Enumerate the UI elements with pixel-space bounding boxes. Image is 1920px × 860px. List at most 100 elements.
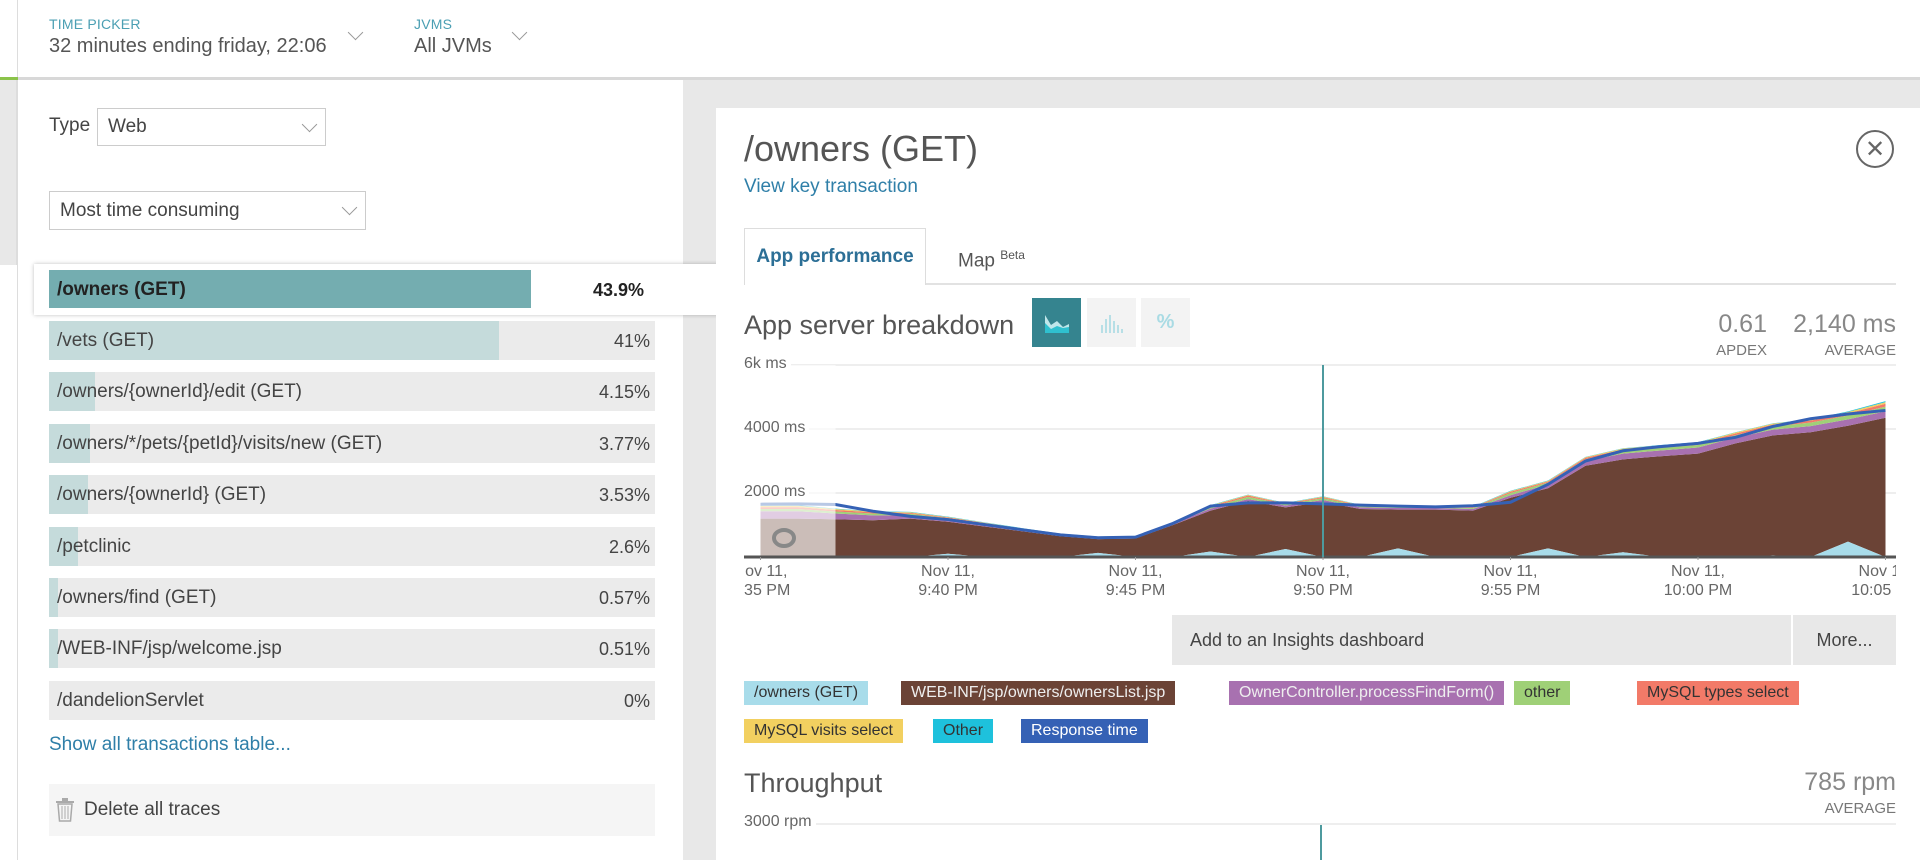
- transaction-name: /owners/{ownerId} (GET): [57, 484, 267, 506]
- x-tick-date: Nov 11,: [1483, 563, 1538, 580]
- transaction-name: /vets (GET): [57, 330, 155, 351]
- sort-select[interactable]: Most time consuming: [49, 191, 366, 230]
- y-tick-label: 2000 ms: [744, 483, 810, 501]
- show-all-transactions-link[interactable]: Show all transactions table...: [49, 734, 291, 756]
- throughput-average-label: AVERAGE: [1824, 800, 1896, 817]
- throughput-average-value: 785 rpm: [1804, 768, 1896, 796]
- legend-chip[interactable]: other: [1514, 681, 1571, 705]
- x-tick-time: 9:40 PM: [918, 582, 978, 599]
- area-chart-icon: [1044, 314, 1069, 333]
- x-tick-time: 9:45 PM: [1105, 582, 1166, 599]
- tab-map[interactable]: Map Beta: [958, 248, 1025, 272]
- x-tick-label: Nov 11, 9:35 PM: [744, 562, 806, 600]
- time-picker[interactable]: TIME PICKER 32 minutes ending friday, 22…: [49, 16, 327, 58]
- transaction-name: /owners/{ownerId}/edit (GET): [57, 381, 302, 403]
- x-tick-date: Nov 11,: [921, 563, 975, 580]
- x-tick-label: Nov 11, 10:00 PM: [1653, 562, 1743, 600]
- transaction-name: /owners/*/pets/{petId}/visits/new (GET): [57, 432, 383, 454]
- chevron-down-icon[interactable]: [347, 24, 364, 41]
- type-label: Type: [49, 115, 91, 136]
- transaction-percent: 0.57%: [598, 588, 650, 608]
- legend-chip[interactable]: MySQL visits select: [744, 719, 903, 743]
- transaction-row[interactable]: /petclinic 2.6%: [49, 526, 655, 566]
- transaction-row[interactable]: /owners/{ownerId}/edit (GET) 4.15%: [49, 372, 655, 412]
- transaction-name: /dandelionServlet: [57, 689, 204, 711]
- transaction-percent: 41%: [613, 331, 650, 351]
- x-tick-label: Nov 11, 9:40 PM: [903, 562, 993, 600]
- transaction-percent: 4.15%: [598, 382, 650, 403]
- bar-chart-icon: [1100, 314, 1123, 333]
- transaction-row[interactable]: /owners/*/pets/{petId}/visits/new (GET) …: [49, 423, 655, 463]
- breakdown-title: App server breakdown: [744, 310, 1015, 340]
- x-tick-date: Nov 11,: [1296, 563, 1350, 580]
- x-tick-date: Nov 11,: [744, 563, 788, 580]
- type-select[interactable]: Web: [97, 108, 326, 146]
- time-picker-label: TIME PICKER: [49, 16, 141, 32]
- chevron-down-icon[interactable]: [511, 24, 528, 41]
- x-tick-label: Nov 11, 9:50 PM: [1278, 562, 1368, 600]
- bar-chart-button[interactable]: [1087, 298, 1136, 347]
- transaction-row[interactable]: /owners/find (GET) 0.57%: [49, 578, 655, 617]
- jvms-label: JVMS: [414, 16, 453, 32]
- delete-all-traces-label: Delete all traces: [84, 799, 221, 820]
- area-chart-button[interactable]: [1032, 298, 1081, 347]
- transaction-row[interactable]: /dandelionServlet 0%: [49, 680, 655, 720]
- percent-icon: %: [1156, 311, 1175, 333]
- x-tick-date: Nov 11,: [1858, 563, 1896, 580]
- transaction-row[interactable]: /vets (GET) 41%: [49, 321, 655, 360]
- type-select-value: Web: [108, 116, 147, 137]
- beta-badge: Beta: [1000, 248, 1025, 262]
- x-tick-time: 10:05 PM: [1851, 582, 1896, 599]
- x-tick-label: Nov 11, 9:45 PM: [1091, 562, 1181, 600]
- faded-region: [744, 365, 836, 557]
- y-tick-label: 4000 ms: [744, 419, 810, 437]
- transaction-name: /owners (GET): [57, 279, 186, 300]
- transaction-row[interactable]: /owners/{ownerId} (GET) 3.53%: [49, 475, 655, 515]
- legend-chip[interactable]: Other: [933, 719, 994, 743]
- percent-button[interactable]: %: [1141, 298, 1190, 347]
- x-tick-time: 9:50 PM: [1293, 582, 1353, 599]
- transaction-row[interactable]: /owners (GET) 43.9%: [49, 270, 649, 308]
- transaction-percent: 3.77%: [598, 433, 650, 454]
- transaction-percent: 43.9%: [592, 280, 644, 300]
- add-to-insights-button[interactable]: Add to an Insights dashboard: [1172, 615, 1791, 665]
- chevron-down-icon: [301, 116, 318, 132]
- trash-icon: [56, 798, 74, 822]
- x-tick-label: Nov 11, 10:05 PM: [1841, 562, 1896, 600]
- view-key-transaction-link[interactable]: View key transaction: [744, 176, 918, 198]
- jvms-picker[interactable]: JVMS All JVMs: [414, 16, 492, 58]
- tab-app-performance[interactable]: App performance: [744, 228, 926, 285]
- jvms-value: All JVMs: [414, 35, 492, 57]
- tab-map-label: Map: [958, 250, 995, 272]
- transaction-percent: 0%: [623, 690, 650, 711]
- x-tick-label: Nov 11, 9:55 PM: [1466, 562, 1556, 600]
- legend-chip[interactable]: /owners (GET): [744, 681, 869, 705]
- close-icon[interactable]: ✕: [1856, 130, 1894, 168]
- x-tick-date: Nov 11,: [1108, 563, 1163, 580]
- time-picker-value: 32 minutes ending friday, 22:06: [49, 35, 327, 57]
- transaction-percent: 0.51%: [598, 639, 650, 660]
- transaction-percent: 2.6%: [608, 536, 650, 557]
- throughput-marker-line: [1320, 825, 1322, 860]
- apdex-value: 0.61: [1718, 310, 1767, 338]
- legend-chip[interactable]: OwnerController.processFindForm(): [1229, 681, 1505, 705]
- legend-chip[interactable]: WEB-INF/jsp/owners/ownersList.jsp: [901, 681, 1176, 705]
- transaction-row[interactable]: /WEB-INF/jsp/welcome.jsp 0.51%: [49, 629, 655, 669]
- transaction-percent: 3.53%: [598, 485, 650, 506]
- legend-chip[interactable]: Response time: [1021, 719, 1148, 743]
- divider: [17, 0, 18, 78]
- breakdown-chart: 6k ms4000 ms2000 ms Nov 11,9:35 PMNov 11…: [744, 355, 1896, 615]
- breakdown-chart-svg: [744, 364, 1896, 560]
- average-value: 2,140 ms: [1793, 310, 1896, 338]
- sort-select-value: Most time consuming: [60, 199, 240, 221]
- throughput-y-tick: 3000 rpm: [744, 813, 816, 831]
- x-tick-time: 9:55 PM: [1480, 582, 1541, 599]
- chevron-down-icon: [341, 199, 358, 216]
- transaction-name: /owners/find (GET): [57, 587, 217, 608]
- legend-chip[interactable]: MySQL types select: [1637, 681, 1799, 705]
- top-bar: TIME PICKER 32 minutes ending friday, 22…: [0, 0, 1920, 80]
- delete-all-traces-button[interactable]: Delete all traces: [49, 784, 655, 836]
- left-strip: [0, 80, 17, 265]
- transaction-name: /petclinic: [57, 535, 131, 557]
- more-button[interactable]: More...: [1793, 615, 1896, 665]
